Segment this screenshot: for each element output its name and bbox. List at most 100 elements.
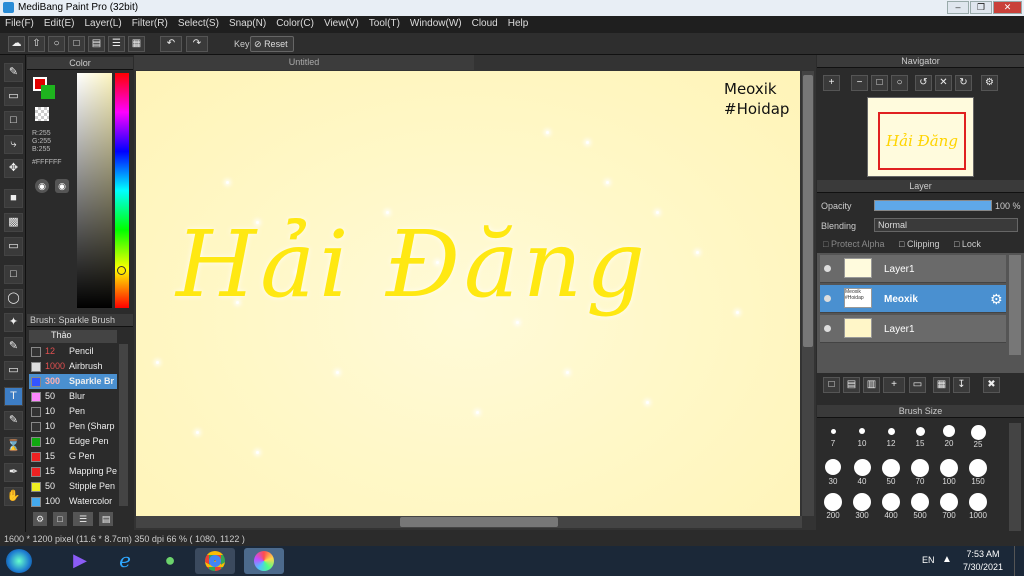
cloud-icon[interactable]: ☁ xyxy=(8,36,25,52)
hand-tool-icon[interactable]: ✋ xyxy=(4,487,23,506)
navigator-viewport[interactable]: Hải Đăng xyxy=(878,112,966,170)
canvas-tab[interactable]: Untitled xyxy=(134,55,474,70)
brush-item[interactable]: 10 Edge Pen xyxy=(29,434,117,449)
brush-item[interactable]: 12 Pencil xyxy=(29,344,117,359)
select-pen-icon[interactable]: ✎ xyxy=(4,337,23,356)
close-button[interactable]: ✕ xyxy=(993,1,1022,14)
shape-tool-icon[interactable]: ■ xyxy=(4,189,23,208)
background-color-swatch[interactable] xyxy=(41,85,55,99)
clock[interactable]: 7:53 AM 7/30/2021 xyxy=(960,548,1006,574)
brush-item[interactable]: 10 Pen (Sharp xyxy=(29,419,117,434)
menu-filter[interactable]: Filter(R) xyxy=(127,16,173,31)
folder-icon[interactable]: ▭ xyxy=(909,377,926,393)
horizontal-scrollbar[interactable] xyxy=(136,516,802,528)
brush-item[interactable]: 50 Blur xyxy=(29,389,117,404)
upload-icon[interactable]: ⇧ xyxy=(28,36,45,52)
bucket-tool-icon[interactable]: ▩ xyxy=(4,213,23,232)
duplicate-layer-icon[interactable]: ▦ xyxy=(933,377,950,393)
brush-size-700[interactable]: 700 xyxy=(935,493,963,520)
restore-button[interactable]: ❐ xyxy=(970,1,992,14)
rotate-left-icon[interactable]: ↺ xyxy=(915,75,932,91)
reset-button[interactable]: ⊘ Reset xyxy=(250,36,294,52)
new-halftone-layer-icon[interactable]: ▤ xyxy=(843,377,860,393)
drawing-canvas[interactable]: Meoxik #Hoidap Hải Đăng xyxy=(136,71,800,516)
brush-size-12[interactable]: 12 xyxy=(877,425,905,448)
menu-snap[interactable]: Snap(N) xyxy=(224,16,271,31)
pen-tool-icon[interactable]: ✒ xyxy=(4,463,23,482)
chat-icon[interactable]: □ xyxy=(68,36,85,52)
rotate-right-icon[interactable]: ↻ xyxy=(955,75,972,91)
divide-tool-icon[interactable]: ✎ xyxy=(4,411,23,430)
hue-slider-handle[interactable] xyxy=(117,266,126,275)
redo-icon[interactable]: ↷ xyxy=(186,36,208,52)
brush-item[interactable]: 1000 Airbrush xyxy=(29,359,117,374)
add-brush-icon[interactable]: ☰ xyxy=(73,512,93,526)
brush-size-10[interactable]: 10 xyxy=(848,425,876,448)
brush-settings-icon[interactable]: ⚙ xyxy=(33,512,47,526)
layer-row[interactable]: Layer1 xyxy=(820,315,1006,343)
transparent-swatch[interactable] xyxy=(35,107,49,121)
delete-layer-icon[interactable]: ✖ xyxy=(983,377,1000,393)
chrome-icon[interactable] xyxy=(195,548,235,574)
brush-size-1000[interactable]: 1000 xyxy=(964,493,992,520)
eye-icon[interactable] xyxy=(824,325,831,332)
lock-checkbox[interactable]: □ Lock xyxy=(954,239,981,249)
flip-icon[interactable]: ✕ xyxy=(935,75,952,91)
brush-size-300[interactable]: 300 xyxy=(848,493,876,520)
blending-select[interactable]: Normal xyxy=(874,218,1018,232)
start-button[interactable] xyxy=(6,549,32,573)
brush-size-100[interactable]: 100 xyxy=(935,459,963,486)
brush-size-70[interactable]: 70 xyxy=(906,459,934,486)
gear-icon[interactable]: ⚙ xyxy=(990,291,1003,308)
brush-item-selected[interactable]: 300 Sparkle Br xyxy=(29,374,117,389)
visual-studio-icon[interactable]: ▶ xyxy=(60,548,100,574)
brush-group-header[interactable]: Thảo xyxy=(29,330,117,343)
new-layer-icon[interactable]: □ xyxy=(823,377,840,393)
menu-window[interactable]: Window(W) xyxy=(405,16,467,31)
brush-size-20[interactable]: 20 xyxy=(935,425,963,448)
gradient-tool-icon[interactable]: ▭ xyxy=(4,237,23,256)
menu-tool[interactable]: Tool(T) xyxy=(364,16,405,31)
nav-settings-icon[interactable]: ⚙ xyxy=(981,75,998,91)
brush-size-scrollbar[interactable] xyxy=(1009,423,1021,531)
brush-size-7[interactable]: 7 xyxy=(819,425,847,448)
page-icon[interactable]: ▤ xyxy=(88,36,105,52)
brush-size-400[interactable]: 400 xyxy=(877,493,905,520)
new-8bit-layer-icon[interactable]: ▥ xyxy=(863,377,880,393)
eye-icon[interactable] xyxy=(824,295,831,302)
opacity-slider[interactable] xyxy=(874,200,992,211)
brush-list-scrollbar[interactable] xyxy=(119,344,128,506)
saturation-value-picker[interactable] xyxy=(77,73,112,308)
add-layer-menu-icon[interactable]: + xyxy=(883,377,905,393)
zoom-out-icon[interactable]: − xyxy=(851,75,868,91)
layer-row-selected[interactable]: Meoxik #Hoidap Meoxik ⚙ xyxy=(820,285,1006,313)
coccoc-icon[interactable]: ● xyxy=(150,548,190,574)
menu-color[interactable]: Color(C) xyxy=(271,16,319,31)
magic-wand-tool-icon[interactable]: ✦ xyxy=(4,313,23,332)
eraser-tool-icon[interactable]: ▭ xyxy=(4,87,23,106)
transform-tool-icon[interactable]: ⤷ xyxy=(4,135,23,154)
brush-size-25[interactable]: 25 xyxy=(964,425,992,449)
merge-layer-icon[interactable]: ↧ xyxy=(953,377,970,393)
fit-icon[interactable]: □ xyxy=(871,75,888,91)
dot-tool-icon[interactable]: □ xyxy=(4,111,23,130)
show-desktop-button[interactable] xyxy=(1014,546,1024,576)
layer-scrollbar[interactable] xyxy=(1009,255,1021,355)
text-tool-icon[interactable]: T xyxy=(4,387,23,406)
menu-help[interactable]: Help xyxy=(503,16,534,31)
brush-item[interactable]: 15 G Pen xyxy=(29,449,117,464)
medibang-taskbar-icon[interactable] xyxy=(244,548,284,574)
vertical-scroll-thumb[interactable] xyxy=(803,75,813,347)
menu-edit[interactable]: Edit(E) xyxy=(39,16,80,31)
brush-tool-icon[interactable]: ✎ xyxy=(4,63,23,82)
protect-alpha-checkbox[interactable]: □ Protect Alpha xyxy=(823,239,884,249)
move-tool-icon[interactable]: ✥ xyxy=(4,159,23,178)
brush-item[interactable]: 100 Watercolor xyxy=(29,494,117,509)
grid-icon[interactable]: ▦ xyxy=(128,36,145,52)
internet-explorer-icon[interactable]: e xyxy=(105,548,145,574)
zoom-in-icon[interactable]: + xyxy=(823,75,840,91)
horizontal-scroll-thumb[interactable] xyxy=(400,517,558,527)
language-indicator[interactable]: EN xyxy=(922,555,935,565)
clipping-checkbox[interactable]: □ Clipping xyxy=(899,239,939,249)
lasso-tool-icon[interactable]: ◯ xyxy=(4,289,23,308)
